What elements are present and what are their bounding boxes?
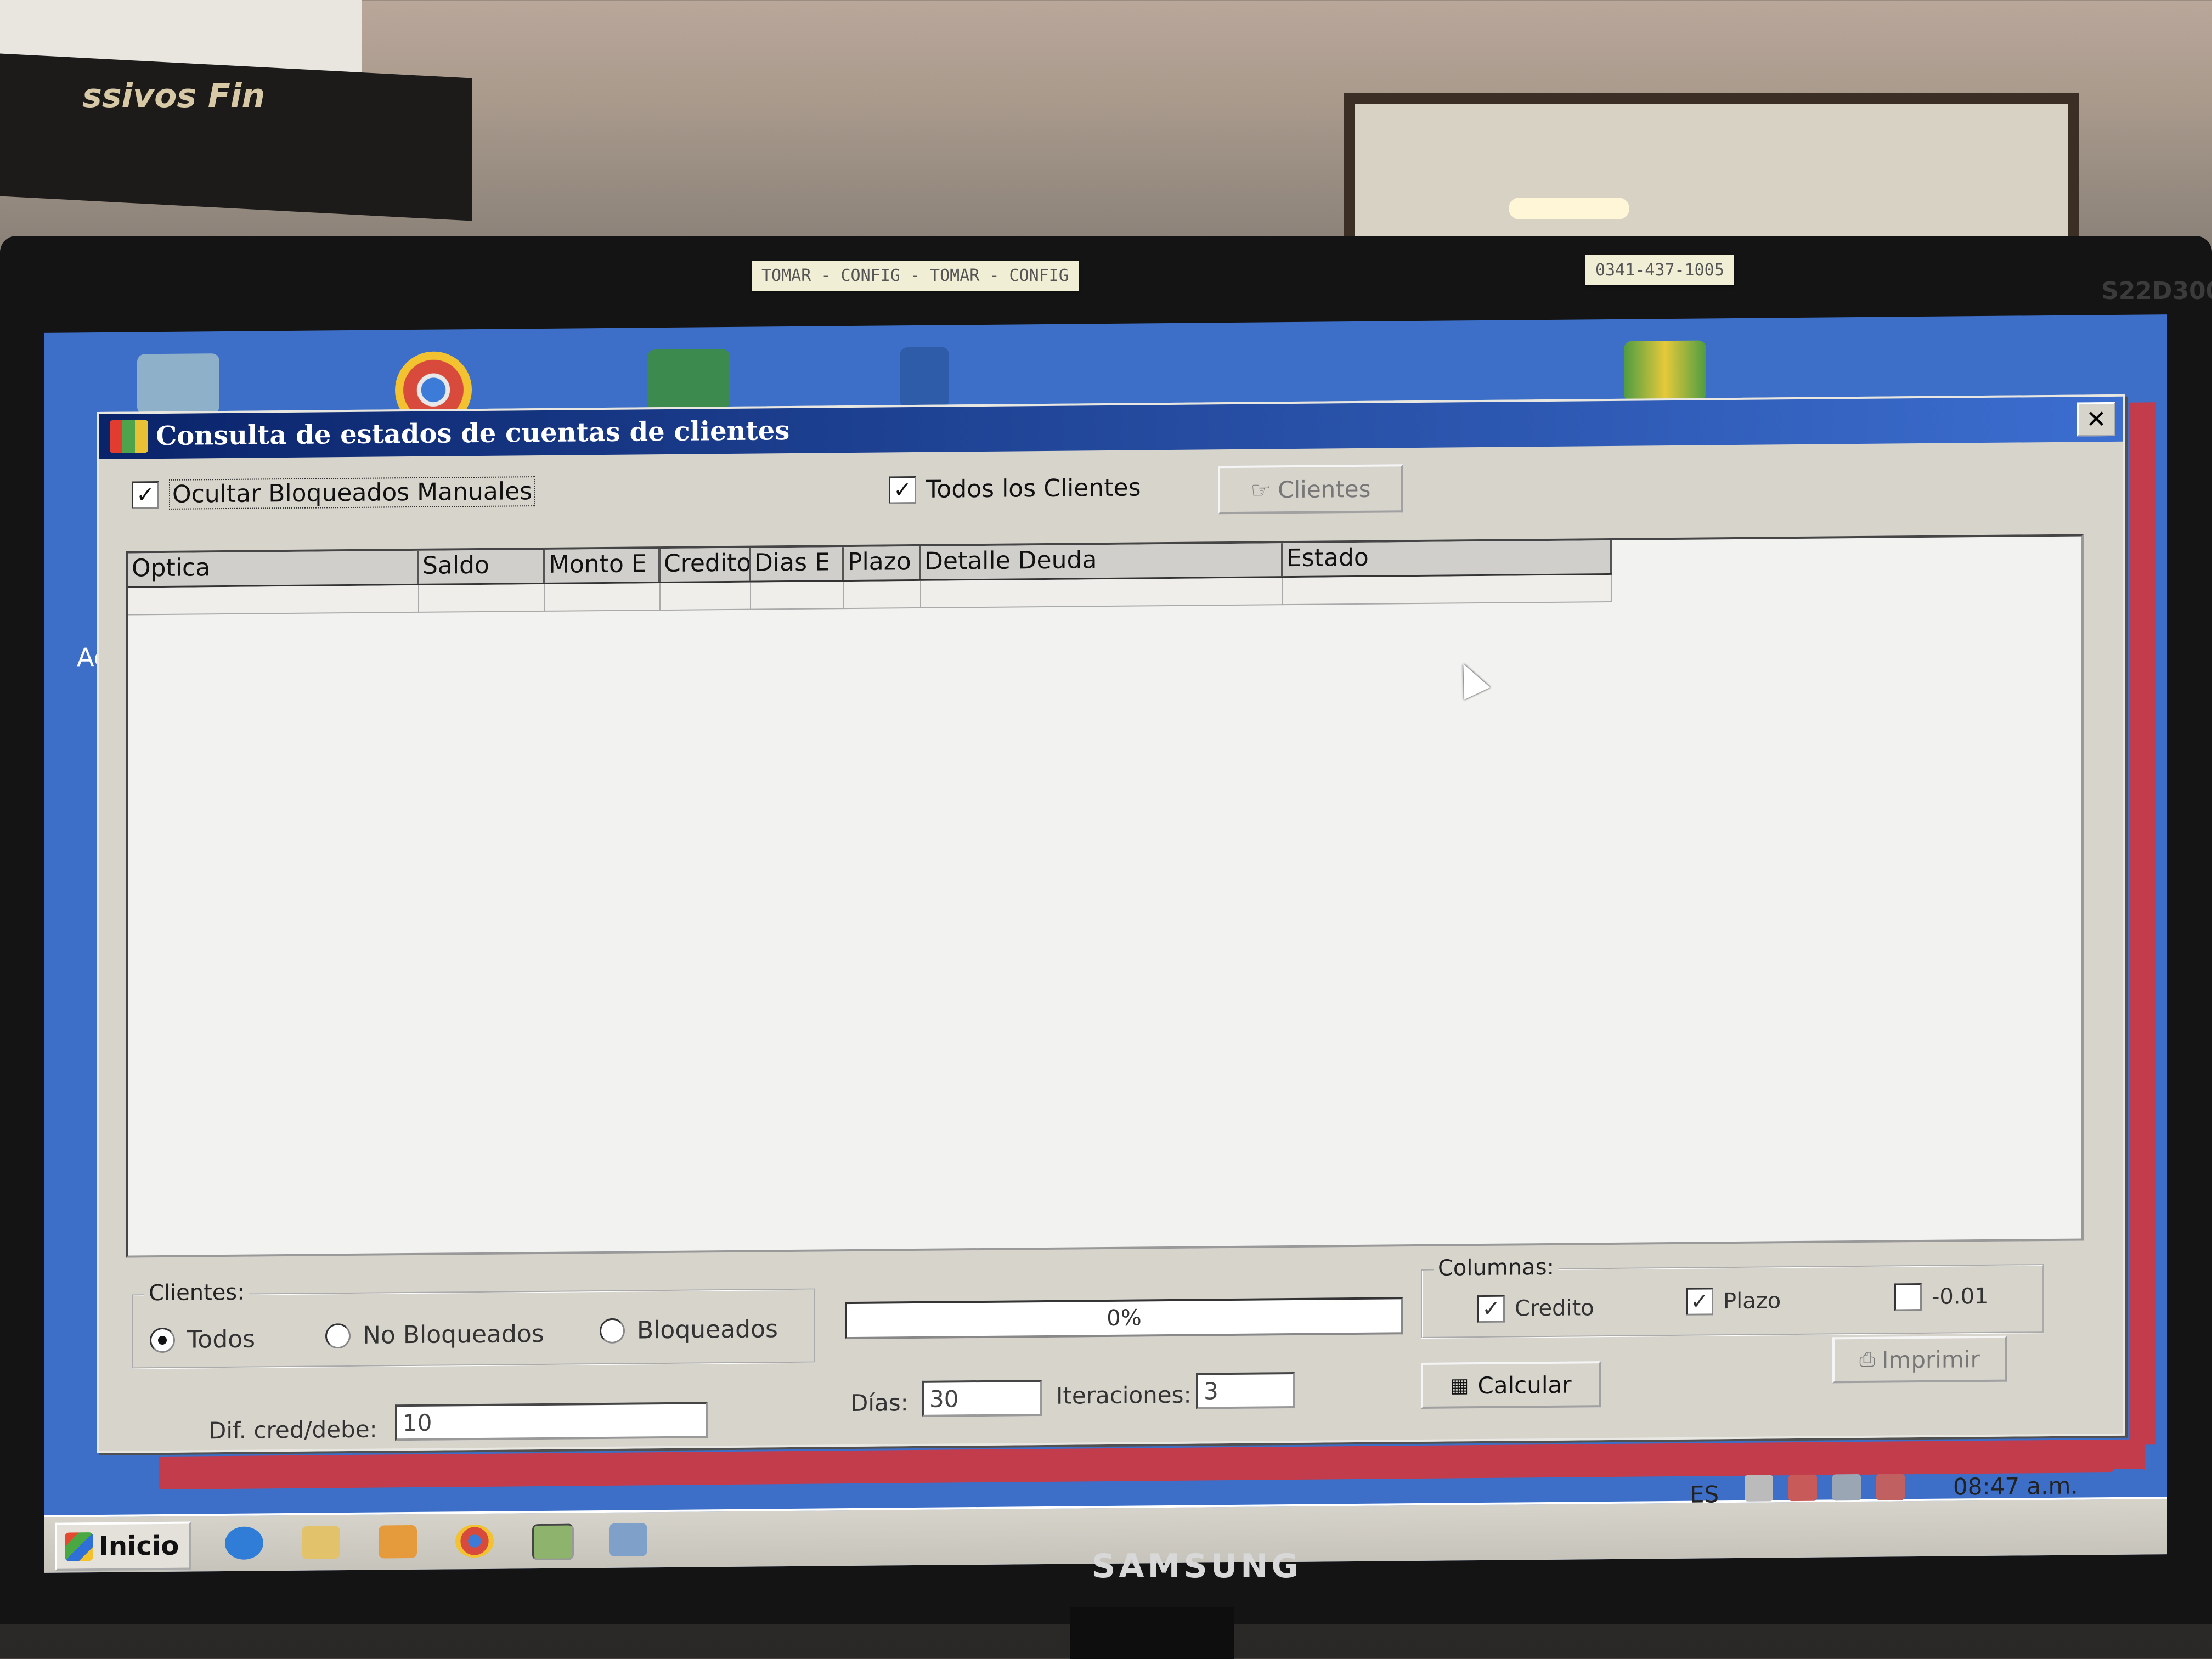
iteraciones-input[interactable]: 3 (1196, 1372, 1295, 1409)
dif-cred-debe-input[interactable]: 10 (395, 1402, 708, 1441)
flag-notification-icon[interactable] (1788, 1474, 1817, 1502)
todos-clientes-checkbox-row[interactable]: ✓ Todos los Clientes (889, 473, 1141, 504)
show-desktop-icon[interactable] (2112, 1469, 2145, 1496)
app-icon (110, 420, 148, 453)
speaker-muted-icon[interactable] (1876, 1474, 1905, 1500)
grid-cell[interactable] (128, 585, 419, 616)
network-icon[interactable] (1832, 1474, 1861, 1501)
clock[interactable]: 08:47 a.m. (1953, 1472, 2078, 1500)
clientes-groupbox: Clientes: Todos No Bloqueados Bloqueados (132, 1279, 815, 1369)
mouse-cursor-icon (1450, 657, 1491, 700)
imprimir-button-label: Imprimir (1882, 1345, 1980, 1374)
monitor-brand-logo: SAMSUNG (1092, 1547, 1302, 1585)
radio-bloqueados-button[interactable] (600, 1318, 625, 1344)
chrome-taskbar-icon[interactable] (455, 1524, 494, 1558)
screen: Ac Consulta de estados de cuentas de cli… (44, 314, 2167, 1573)
background-calendar-text: ssivos Fin (82, 77, 266, 115)
excel-spreadsheet-icon[interactable] (647, 348, 730, 410)
columna-credito-checkbox[interactable]: ✓ (1477, 1295, 1505, 1323)
language-indicator[interactable]: ES (1690, 1481, 1719, 1508)
column-dias-e[interactable]: Dias E (751, 547, 844, 581)
iteraciones-label: Iteraciones: (1056, 1381, 1192, 1409)
radio-todos-button[interactable] (150, 1327, 175, 1353)
monitor-stand (1070, 1607, 1234, 1659)
shortcut-icon[interactable] (900, 347, 949, 408)
calcular-button-label: Calcular (1477, 1371, 1572, 1399)
progress-text: 0% (1107, 1305, 1142, 1331)
hand-pointer-icon: ☞ (1250, 476, 1272, 504)
progress-bar: 0% (845, 1297, 1403, 1340)
grid-cell[interactable] (661, 582, 751, 611)
grid-cell[interactable] (921, 578, 1283, 608)
media-player-icon[interactable] (379, 1525, 417, 1559)
start-label: Inicio (99, 1530, 179, 1562)
ocultar-bloqueados-checkbox[interactable]: ✓ (132, 481, 159, 509)
columna-plazo-checkbox[interactable]: ✓ (1686, 1288, 1713, 1316)
chevron-up-icon[interactable] (1745, 1475, 1773, 1502)
grid-cell[interactable] (844, 580, 921, 610)
todos-clientes-label: Todos los Clientes (926, 473, 1141, 504)
radio-no-bloqueados[interactable]: No Bloqueados (325, 1320, 544, 1350)
column-monto-e[interactable]: Monto E (545, 549, 661, 583)
folder-icon[interactable] (302, 1526, 340, 1559)
window-taskbar-icon[interactable] (609, 1523, 647, 1556)
close-button[interactable]: ✕ (2077, 402, 2115, 437)
column-credito[interactable]: Credito (661, 548, 751, 582)
internet-explorer-icon[interactable] (225, 1526, 263, 1560)
imprimir-button[interactable]: ⎙ Imprimir (1832, 1335, 2007, 1384)
grid-cell[interactable] (419, 584, 545, 613)
clientes-group-label: Clientes: (144, 1279, 249, 1306)
monitor-model: S22D300 (2101, 277, 2212, 305)
grid-cell[interactable] (1283, 574, 1612, 606)
windows-flag-icon (65, 1532, 93, 1561)
dias-label: Días: (850, 1389, 909, 1417)
printer-icon: ⎙ (1859, 1348, 1876, 1372)
radio-todos-label: Todos (187, 1325, 256, 1354)
column-optica[interactable]: Optica (128, 550, 419, 586)
todos-clientes-checkbox[interactable]: ✓ (889, 476, 916, 504)
radio-bloqueados-label: Bloqueados (637, 1315, 778, 1345)
clientes-button[interactable]: ☞ Clientes (1218, 464, 1403, 515)
column-saldo[interactable]: Saldo (419, 549, 545, 584)
columnas-groupbox: Columnas: ✓ Credito ✓ Plazo -0.01 (1421, 1254, 2044, 1339)
columna-plazo-label: Plazo (1723, 1288, 1781, 1314)
grid-cell[interactable] (545, 583, 661, 612)
sticky-note-config: TOMAR - CONFIG - TOMAR - CONFIG (752, 261, 1079, 291)
dif-cred-debe-label: Dif. cred/debe: (208, 1415, 377, 1444)
columna-credito-checkbox-row[interactable]: ✓ Credito (1477, 1294, 1594, 1323)
dias-input[interactable]: 30 (922, 1380, 1042, 1417)
column-plazo[interactable]: Plazo (844, 546, 921, 580)
ocultar-bloqueados-checkbox-row[interactable]: ✓ Ocultar Bloqueados Manuales (132, 476, 536, 510)
column-detalle-deuda[interactable]: Detalle Deuda (921, 543, 1283, 579)
dialog-consulta-estados: Consulta de estados de cuentas de client… (97, 394, 2125, 1454)
clientes-button-label: Clientes (1278, 475, 1371, 503)
radio-no-bloqueados-button[interactable] (325, 1323, 351, 1348)
columna-negativo-checkbox-row[interactable]: -0.01 (1894, 1283, 1989, 1311)
start-button[interactable]: Inicio (55, 1521, 191, 1571)
application-books-icon[interactable] (1624, 340, 1706, 402)
sticky-note-phone: 0341-437-1005 (1585, 255, 1734, 285)
calcular-button[interactable]: ▦ Calcular (1421, 1361, 1601, 1409)
results-grid[interactable]: Optica Saldo Monto E Credito Dias E Plaz… (126, 534, 2084, 1258)
columnas-group-label: Columnas: (1434, 1254, 1559, 1281)
app-taskbar-icon[interactable] (532, 1523, 574, 1561)
ocultar-bloqueados-label: Ocultar Bloqueados Manuales (169, 476, 536, 510)
calculator-icon: ▦ (1450, 1374, 1469, 1397)
grid-cell[interactable] (751, 582, 844, 610)
background-ceiling-light (1509, 198, 1629, 219)
columna-negativo-checkbox[interactable] (1894, 1283, 1922, 1311)
radio-no-bloqueados-label: No Bloqueados (363, 1319, 544, 1350)
radio-todos[interactable]: Todos (150, 1325, 255, 1355)
column-estado[interactable]: Estado (1283, 540, 1612, 577)
recycle-bin-icon[interactable] (137, 353, 219, 415)
columna-credito-label: Credito (1515, 1295, 1594, 1322)
columna-plazo-checkbox-row[interactable]: ✓ Plazo (1686, 1287, 1781, 1316)
columna-negativo-label: -0.01 (1932, 1283, 1989, 1310)
background-window-edge (2129, 402, 2156, 1445)
radio-bloqueados[interactable]: Bloqueados (600, 1315, 778, 1345)
window-title: Consulta de estados de cuentas de client… (156, 415, 790, 452)
